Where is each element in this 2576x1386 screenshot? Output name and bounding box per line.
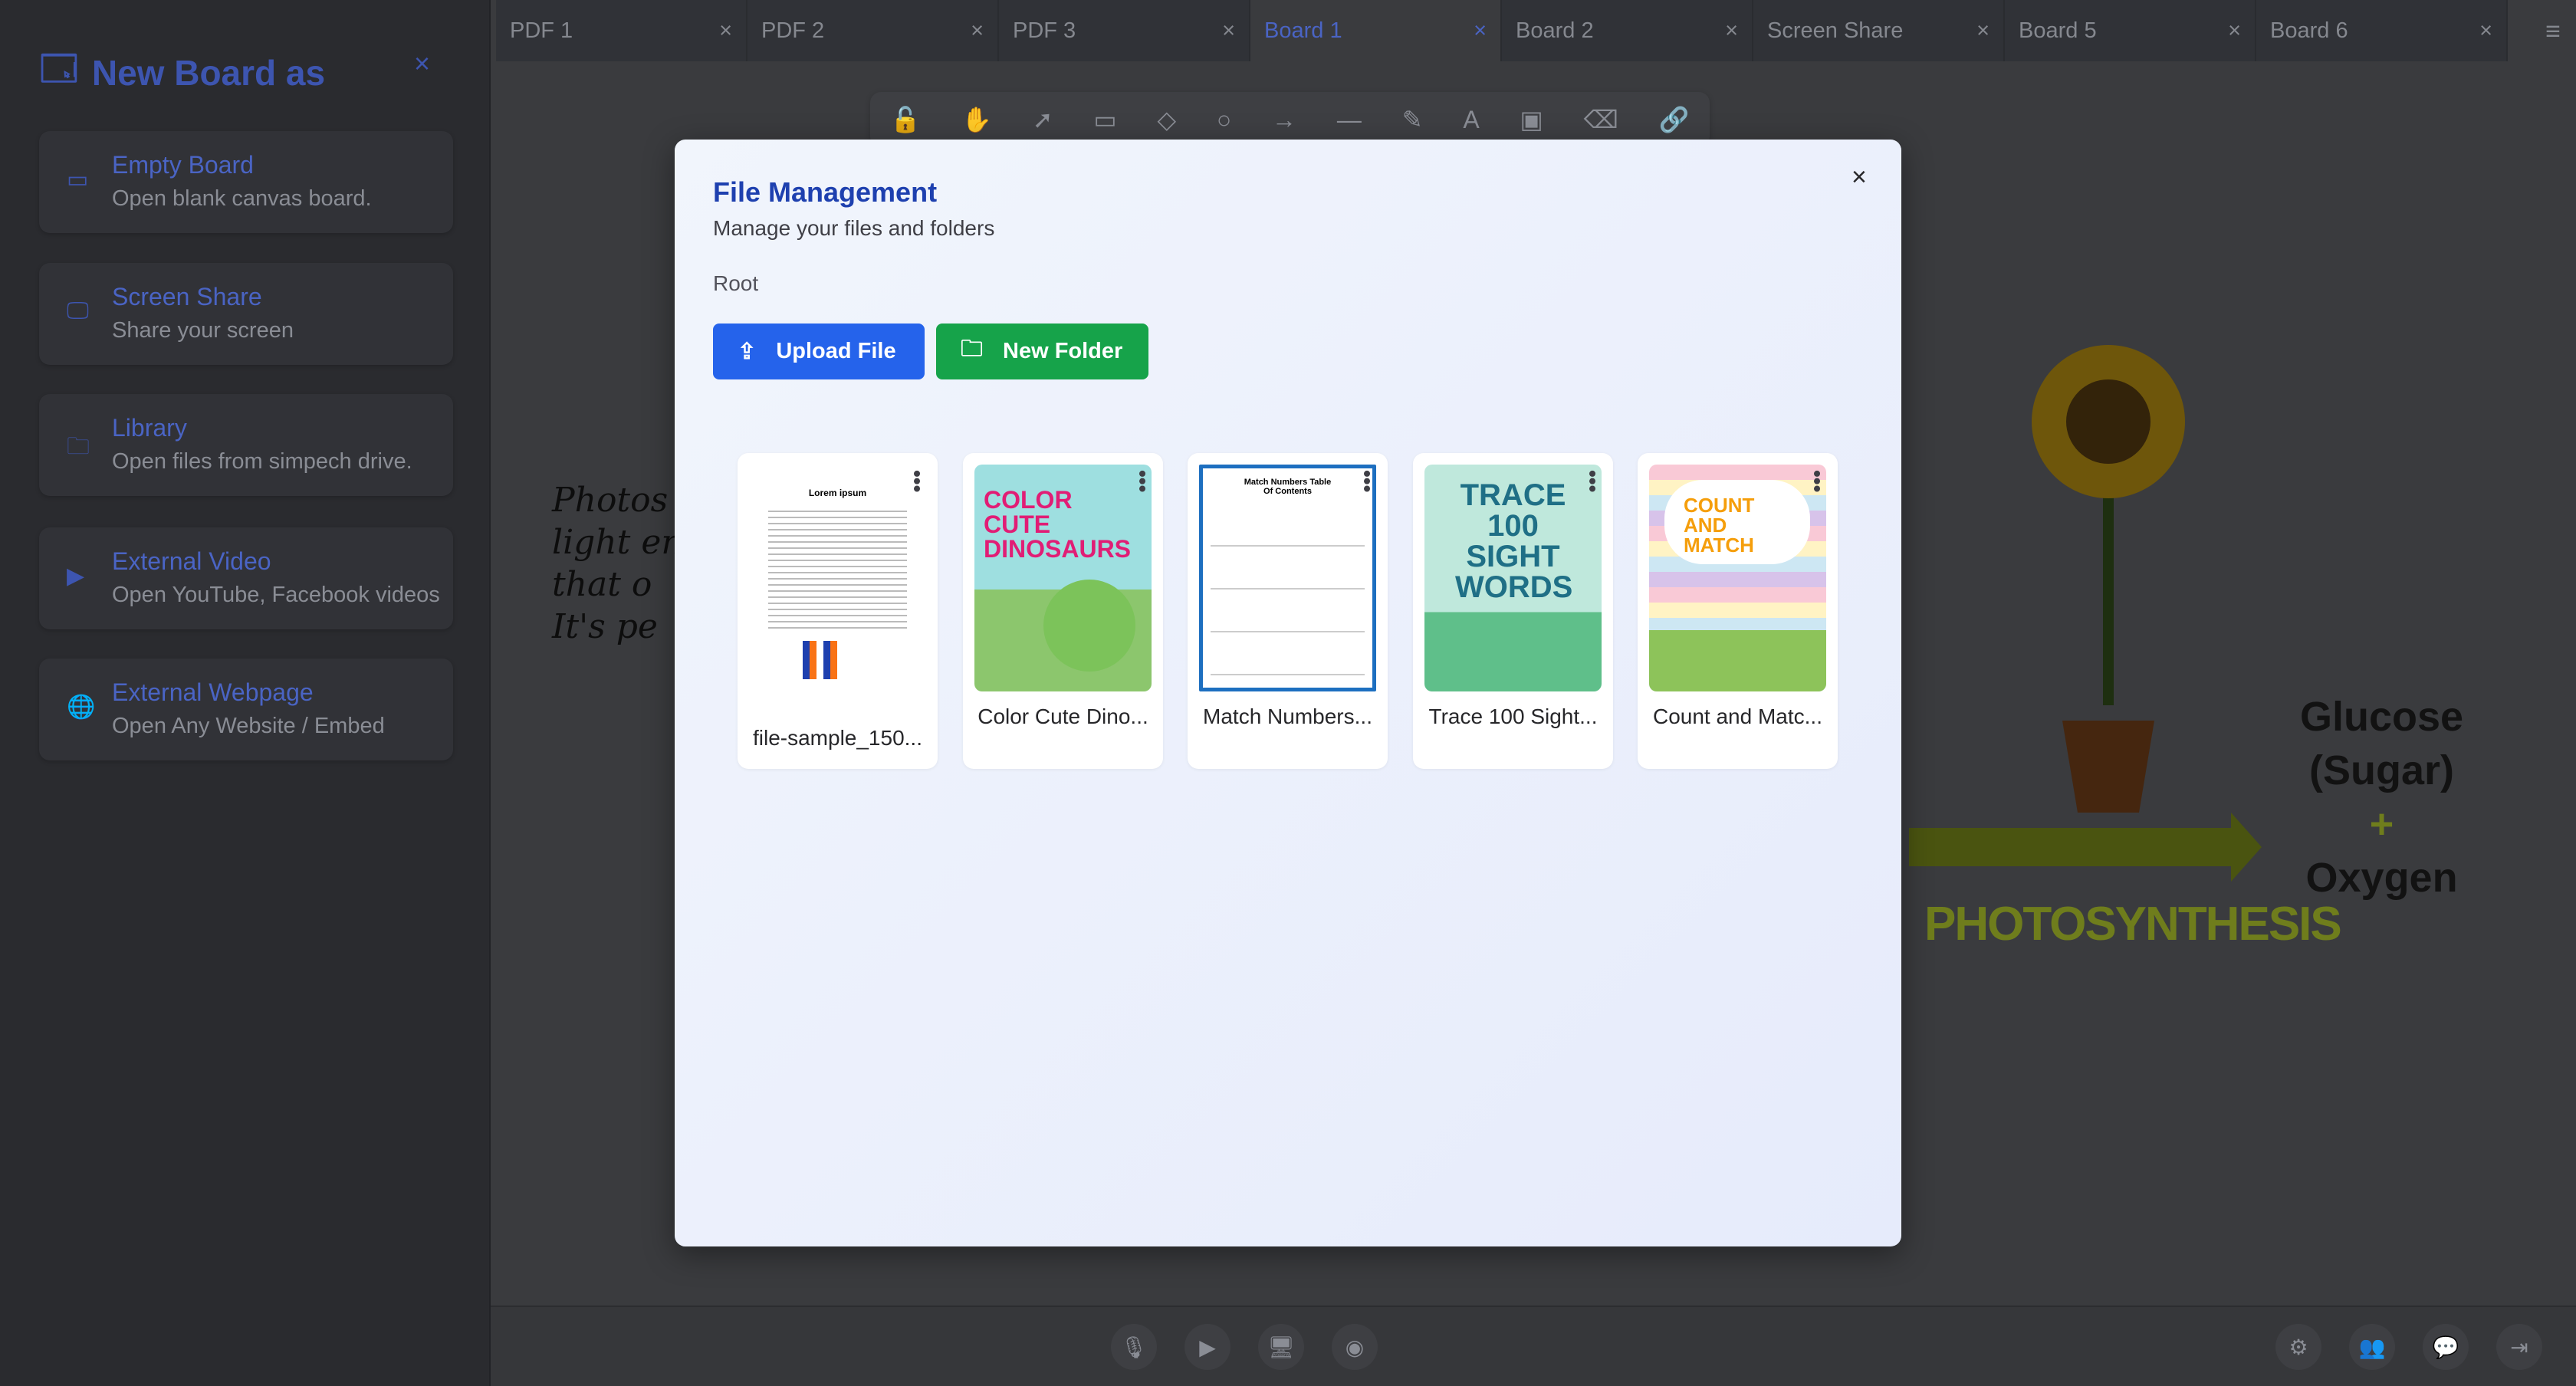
file-card[interactable]: Match Numbers Table Of Contents ••• Matc… — [1188, 453, 1388, 769]
file-name: Match Numbers... — [1203, 704, 1372, 728]
modal-close-button[interactable]: × — [1852, 163, 1867, 192]
sidebar-item-screen-share[interactable]: 🖵 Screen Share Share your screen — [39, 263, 453, 365]
globe-icon: 🌐 — [67, 695, 96, 720]
hand-icon[interactable]: ✋ — [961, 105, 992, 134]
file-thumbnail: COUNT AND MATCH — [1649, 465, 1826, 691]
close-icon[interactable]: × — [1725, 18, 1738, 44]
file-name: Color Cute Dino... — [978, 704, 1148, 728]
record-icon[interactable]: ◉ — [1332, 1324, 1378, 1370]
diamond-icon[interactable]: ◇ — [1157, 105, 1176, 134]
sidebar-item-external-video[interactable]: ▶ External Video Open YouTube, Facebook vi… — [39, 527, 453, 629]
more-options-icon[interactable]: ••• — [1131, 470, 1155, 492]
menu-icon[interactable]: ≡ — [2545, 17, 2561, 47]
sidebar-close-button[interactable]: × — [414, 48, 430, 80]
close-icon[interactable]: × — [2479, 18, 2492, 44]
modal-title: File Management — [713, 176, 938, 208]
close-icon[interactable]: × — [1976, 18, 1990, 44]
board-icon: 🗔 — [40, 48, 78, 88]
pencil-icon[interactable]: ✎ — [1402, 105, 1423, 134]
sidebar-item-external-webpage[interactable]: 🌐 External Webpage Open Any Website / Embe… — [39, 659, 453, 760]
file-name: Count and Matc... — [1652, 704, 1822, 728]
arrow-icon[interactable]: → — [1272, 106, 1296, 134]
file-card[interactable]: Lorem ipsum ••• file-sample_150... — [738, 453, 938, 769]
handwritten-text: Photos light en that o It's pe — [552, 481, 683, 646]
camera-icon[interactable]: ▶ — [1184, 1324, 1230, 1370]
more-options-icon[interactable]: ••• — [1355, 470, 1379, 492]
upload-icon: ⇪ — [738, 340, 757, 364]
tab-board-1[interactable]: Board 1 × — [1250, 0, 1502, 61]
link-icon[interactable]: 🔗 — [1659, 105, 1690, 134]
settings-icon[interactable]: ⚙ — [2275, 1324, 2321, 1370]
file-thumbnail: TRACE 100 SIGHT WORDS — [1424, 465, 1602, 691]
photosynthesis-label: PHOTOSYNTHESIS — [1924, 898, 2342, 951]
tab-bar: PDF 1 × PDF 2 × PDF 3 × Board 1 × Board 2 × S… — [496, 0, 2576, 61]
close-icon[interactable]: × — [971, 18, 984, 44]
tab-board-2[interactable]: Board 2 × — [1502, 0, 1753, 61]
close-icon[interactable]: × — [2228, 18, 2241, 44]
tab-pdf-3[interactable]: PDF 3 × — [999, 0, 1250, 61]
close-icon[interactable]: × — [1474, 18, 1487, 44]
close-icon[interactable]: × — [719, 18, 732, 44]
tab-screen-share[interactable]: Screen Share × — [1753, 0, 2005, 61]
participants-icon[interactable]: 👥 — [2349, 1324, 2395, 1370]
file-name: Trace 100 Sight... — [1428, 704, 1598, 728]
folder-icon: 🗀 — [67, 434, 90, 459]
screen-share-icon[interactable]: 🖥 — [1258, 1324, 1304, 1370]
breadcrumb[interactable]: Root — [713, 271, 758, 296]
tab-board-6[interactable]: Board 6 × — [2256, 0, 2508, 61]
image-icon[interactable]: ▣ — [1520, 105, 1543, 134]
upload-file-button[interactable]: ⇪ Upload File — [713, 324, 925, 379]
sidebar-item-empty-board[interactable]: ▭ Empty Board Open blank canvas board. — [39, 131, 453, 233]
file-thumbnail: Match Numbers Table Of Contents — [1199, 465, 1376, 691]
lock-icon[interactable]: 🔓 — [890, 105, 921, 134]
folder-plus-icon: 🗀 — [961, 337, 984, 361]
sidebar-item-library[interactable]: 🗀 Library Open files from simpech drive. — [39, 394, 453, 496]
tab-board-5[interactable]: Board 5 × — [2005, 0, 2256, 61]
file-thumbnail: Lorem ipsum — [749, 465, 926, 691]
more-options-icon[interactable]: ••• — [1581, 470, 1605, 492]
new-folder-button[interactable]: 🗀 New Folder — [936, 324, 1148, 379]
circle-icon[interactable]: ○ — [1217, 106, 1231, 134]
monitor-share-icon: 🖵 — [67, 298, 89, 324]
file-card[interactable]: COLOR CUTE DINOSAURS ••• Color Cute Dino… — [963, 453, 1163, 769]
bottom-bar: 🎙 ▶ 🖥 ◉ ⚙ 👥 💬 ⇥ — [491, 1306, 2576, 1386]
rectangle-icon[interactable]: ▭ — [1093, 105, 1116, 134]
tab-pdf-2[interactable]: PDF 2 × — [748, 0, 999, 61]
file-management-modal: File Management Manage your files and fo… — [675, 140, 1901, 1246]
mic-icon[interactable]: 🎙 — [1111, 1324, 1157, 1370]
line-icon[interactable]: — — [1337, 106, 1362, 134]
new-board-sidebar: 🗔 New Board as × ▭ Empty Board Open blank c… — [0, 0, 491, 1386]
text-icon[interactable]: A — [1463, 106, 1479, 134]
close-icon[interactable]: × — [1222, 18, 1235, 44]
more-options-icon[interactable]: ••• — [1806, 470, 1829, 492]
video-icon: ▶ — [67, 563, 85, 589]
sidebar-title: 🗔 New Board as — [40, 43, 325, 103]
eraser-icon[interactable]: ⌫ — [1584, 105, 1618, 134]
presentation-icon: ▭ — [67, 167, 89, 192]
chat-icon[interactable]: 💬 — [2423, 1324, 2469, 1370]
file-card[interactable]: COUNT AND MATCH ••• Count and Matc... — [1638, 453, 1838, 769]
leave-icon[interactable]: ⇥ — [2496, 1324, 2542, 1370]
pointer-icon[interactable]: ➚ — [1033, 105, 1053, 134]
file-thumbnail: COLOR CUTE DINOSAURS — [974, 465, 1152, 691]
more-options-icon[interactable]: ••• — [905, 470, 929, 492]
tab-pdf-1[interactable]: PDF 1 × — [496, 0, 748, 61]
file-name: file-sample_150... — [752, 726, 922, 750]
file-card[interactable]: TRACE 100 SIGHT WORDS ••• Trace 100 Sigh… — [1413, 453, 1613, 769]
glucose-label: Glucose (Sugar) + Oxygen — [2300, 694, 2464, 901]
modal-subtitle: Manage your files and folders — [713, 216, 995, 240]
sunflower-drawing — [1909, 345, 2262, 882]
